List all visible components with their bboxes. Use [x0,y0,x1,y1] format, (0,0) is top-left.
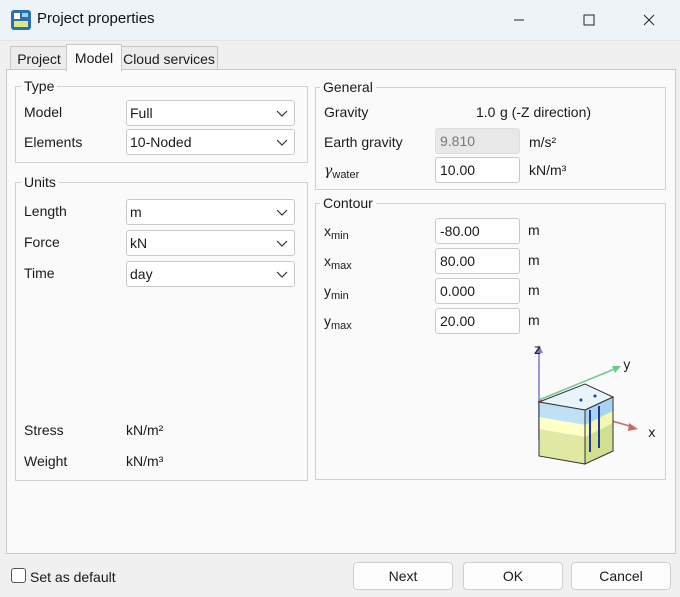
force-select[interactable]: kN [126,230,295,256]
ymin-unit: m [528,282,540,298]
chevron-down-icon [276,240,288,247]
length-select[interactable]: m [126,199,295,225]
weight-label: Weight [24,453,68,469]
tab-project[interactable]: Project [10,46,68,71]
set-default-checkbox[interactable] [11,568,26,583]
ymin-label: ymin [324,283,349,302]
app-icon [11,10,31,30]
time-label: Time [24,265,55,281]
xmin-field[interactable]: -80.00 [435,218,520,244]
chevron-down-icon [276,139,288,146]
model-box-icon: z y x [534,343,656,465]
ymax-label: ymax [324,313,352,332]
set-default-label: Set as default [30,569,116,585]
gravity-value: 1.0 [476,104,496,120]
contour-group-title: Contour [320,195,376,211]
stress-label: Stress [24,422,64,438]
model-select[interactable]: Full [126,100,295,126]
axis-x-label: x [648,426,656,441]
general-group-title: General [320,79,376,95]
force-label: Force [24,234,60,250]
xmax-label: xmax [324,253,352,272]
minimize-button[interactable] [496,0,542,40]
maximize-button[interactable] [566,0,612,40]
gravity-label: Gravity [324,104,369,120]
elements-label: Elements [24,134,83,150]
axis-y-label: y [623,358,631,373]
elements-select[interactable]: 10-Noded [126,129,295,155]
ymax-unit: m [528,312,540,328]
gravity-unit: g (-Z direction) [500,104,592,120]
xmin-unit: m [528,222,540,238]
gamma-water-field[interactable]: 10.00 [435,157,520,183]
axis-z-label: z [534,343,541,358]
earth-gravity-unit: m/s² [529,134,557,150]
chevron-down-icon [276,271,288,278]
type-group-title: Type [21,78,58,94]
time-select[interactable]: day [126,261,295,287]
ymax-field[interactable]: 20.00 [435,308,520,334]
cancel-button[interactable]: Cancel [571,562,671,590]
maximize-icon [583,14,595,26]
chevron-down-icon [276,209,288,216]
xmin-label: xmin [324,223,349,242]
earth-gravity-field: 9.810 [435,128,520,154]
units-group-title: Units [21,174,59,190]
chevron-down-icon [276,110,288,117]
window-title: Project properties [37,10,155,27]
xmax-field[interactable]: 80.00 [435,248,520,274]
tab-cloud-services[interactable]: Cloud services [120,46,218,71]
ymin-field[interactable]: 0.000 [435,278,520,304]
xmax-unit: m [528,252,540,268]
gamma-water-unit: kN/m³ [529,162,567,178]
gamma-water-label: γwater [324,163,360,181]
next-button[interactable]: Next [353,562,453,590]
close-icon [643,14,655,26]
weight-value: kN/m³ [126,453,164,469]
ok-button[interactable]: OK [463,562,563,590]
tab-model[interactable]: Model [66,44,122,71]
close-button[interactable] [626,0,672,40]
stress-value: kN/m² [126,422,164,438]
length-label: Length [24,203,67,219]
minimize-icon [514,19,524,21]
model-label: Model [24,104,63,120]
earth-gravity-label: Earth gravity [324,134,403,150]
